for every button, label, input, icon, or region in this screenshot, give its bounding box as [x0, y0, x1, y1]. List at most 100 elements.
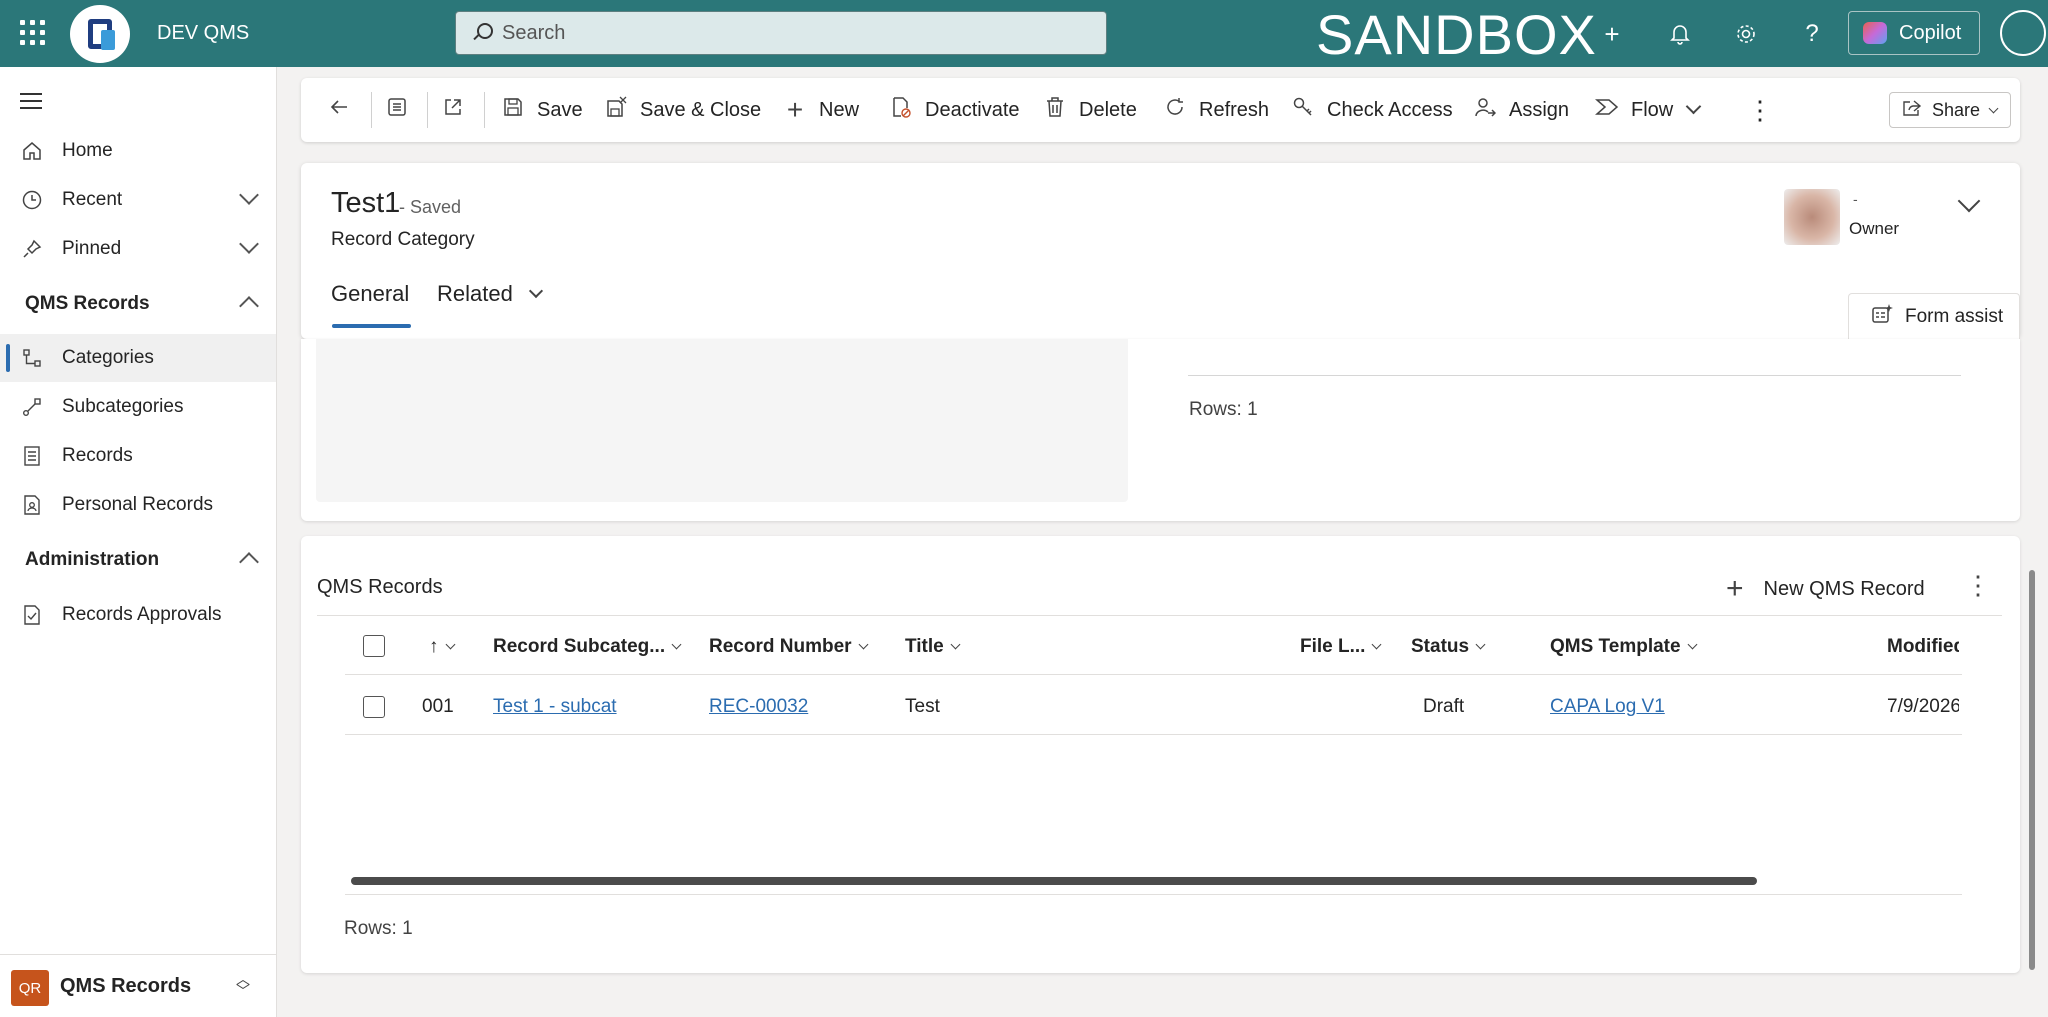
grid-title: QMS Records — [317, 576, 443, 598]
sidebar-item-categories[interactable]: Categories — [0, 334, 276, 382]
column-header-qms-template[interactable]: QMS Template — [1550, 636, 1698, 658]
new-label: New — [819, 98, 860, 121]
copilot-button[interactable]: Copilot — [1848, 11, 1980, 55]
sidebar-item-records[interactable]: Records — [0, 432, 276, 480]
flow-icon — [1595, 96, 1619, 124]
new-qms-record-button[interactable]: + New QMS Record — [1726, 572, 1925, 606]
more-vertical-icon[interactable]: ⋮ — [1965, 570, 1991, 601]
plus-icon: + — [1726, 572, 1744, 605]
top-header: DEV QMS SANDBOX + ? Copilot — [0, 0, 2048, 67]
subcategory-link[interactable]: Test 1 - subcat — [493, 696, 617, 718]
save-label: Save — [537, 98, 583, 121]
search-box[interactable] — [455, 11, 1107, 55]
bell-icon[interactable] — [1664, 18, 1696, 50]
sidebar: Home Recent Pinned QMS Records Categorie… — [0, 67, 277, 1017]
sidebar-item-label: Records — [62, 445, 133, 466]
sidebar-item-home[interactable]: Home — [0, 127, 276, 175]
waffle-icon[interactable] — [20, 20, 46, 46]
save-close-icon — [604, 96, 628, 124]
sidebar-item-pinned[interactable]: Pinned — [0, 225, 276, 273]
divider — [345, 734, 1962, 735]
check-access-button[interactable]: Check Access — [1291, 78, 1453, 142]
tab-related[interactable]: Related — [437, 281, 544, 307]
sidebar-item-personal-records[interactable]: Personal Records — [0, 481, 276, 529]
flow-dropdown[interactable] — [1685, 78, 1702, 142]
column-header-file[interactable]: File L... — [1300, 636, 1382, 658]
app-logo — [70, 5, 130, 63]
record-title: Test1 — [331, 187, 401, 219]
refresh-button[interactable]: Refresh — [1163, 78, 1269, 142]
chevron-down-icon[interactable] — [239, 185, 259, 205]
form-assist-button[interactable]: Form assist — [1848, 293, 2020, 339]
more-vertical-icon: ⋮ — [1747, 94, 1773, 125]
sidebar-item-subcategories[interactable]: Subcategories — [0, 383, 276, 431]
area-label: QMS Records — [60, 974, 192, 997]
area-switcher[interactable]: QR QMS Records ︿ ﹀ — [0, 954, 276, 1017]
column-header-status[interactable]: Status — [1411, 636, 1486, 658]
section-collapse[interactable] — [0, 535, 276, 583]
flow-button[interactable]: Flow — [1595, 78, 1673, 142]
row-checkbox[interactable] — [363, 696, 385, 718]
more-commands-button[interactable]: ⋮ — [1747, 78, 1773, 142]
column-header-subcategory[interactable]: Record Subcateg... — [493, 636, 682, 658]
tab-related-label: Related — [437, 281, 513, 306]
deactivate-button[interactable]: Deactivate — [889, 78, 1020, 142]
form-view-button[interactable] — [385, 78, 421, 142]
sidebar-item-label: Personal Records — [62, 494, 214, 515]
chevron-down-icon[interactable] — [1957, 189, 1981, 213]
back-arrow-icon — [327, 96, 351, 124]
column-header-label: QMS Template — [1550, 636, 1681, 657]
area-badge: QR — [11, 970, 49, 1006]
save-button[interactable]: Save — [501, 78, 583, 142]
hamburger-icon[interactable] — [20, 93, 42, 114]
chevron-up-icon[interactable] — [239, 296, 259, 316]
horizontal-scrollbar[interactable] — [351, 877, 1757, 885]
title-cell: Test — [905, 696, 940, 717]
share-icon — [1902, 99, 1922, 122]
save-status: - Saved — [399, 197, 462, 217]
search-input[interactable] — [502, 21, 1082, 45]
sidebar-item-label: Home — [62, 140, 113, 161]
plus-icon[interactable]: + — [1596, 18, 1628, 50]
chevron-up-icon[interactable] — [239, 552, 259, 572]
vertical-scrollbar[interactable] — [2029, 570, 2035, 970]
section-collapse[interactable] — [0, 279, 276, 327]
column-header-label: Title — [905, 636, 944, 657]
sort-column-header[interactable]: ↑ — [429, 636, 455, 658]
owner-avatar[interactable] — [1784, 189, 1840, 245]
share-button[interactable]: Share — [1889, 92, 2011, 128]
tab-general[interactable]: General — [331, 281, 409, 307]
save-close-button[interactable]: Save & Close — [604, 78, 761, 142]
owner-name[interactable]: - — [1853, 191, 1858, 207]
column-header-modified[interactable]: Modified — [1887, 636, 1959, 658]
template-link[interactable]: CAPA Log V1 — [1550, 696, 1665, 718]
chevron-down-icon — [528, 283, 544, 299]
column-header-title[interactable]: Title — [905, 636, 961, 658]
gear-icon[interactable] — [1730, 18, 1762, 50]
sidebar-item-records-approvals[interactable]: Records Approvals — [0, 591, 276, 639]
assign-button[interactable]: Assign — [1473, 78, 1569, 142]
sidebar-item-label: Recent — [62, 189, 123, 210]
sidebar-item-recent[interactable]: Recent — [0, 176, 276, 224]
deactivate-icon — [889, 96, 913, 124]
select-all-checkbox[interactable] — [363, 635, 385, 657]
column-header-label: Record Subcateg... — [493, 636, 666, 657]
column-header-label: File L... — [1300, 636, 1366, 657]
help-icon[interactable]: ? — [1796, 18, 1828, 50]
entity-name: Record Category — [331, 229, 475, 250]
form-header: Test1 - Saved Record Category General Re… — [301, 163, 2020, 339]
chevron-down-icon[interactable] — [239, 234, 259, 254]
record-number-link[interactable]: REC-00032 — [709, 696, 808, 718]
back-button[interactable] — [327, 78, 363, 142]
plus-icon: + — [786, 94, 804, 125]
column-header-record-number[interactable]: Record Number — [709, 636, 868, 658]
new-qms-record-label: New QMS Record — [1763, 577, 1925, 600]
delete-button[interactable]: Delete — [1043, 78, 1137, 142]
column-header-label: Record Number — [709, 636, 852, 657]
open-new-window-button[interactable] — [441, 78, 477, 142]
chevron-updown-icon[interactable]: ︿ ﹀ — [236, 972, 250, 998]
divider — [1188, 375, 1961, 376]
user-avatar[interactable] — [2000, 10, 2046, 56]
app-name[interactable]: DEV QMS — [157, 22, 249, 45]
new-button[interactable]: + New — [783, 78, 859, 142]
